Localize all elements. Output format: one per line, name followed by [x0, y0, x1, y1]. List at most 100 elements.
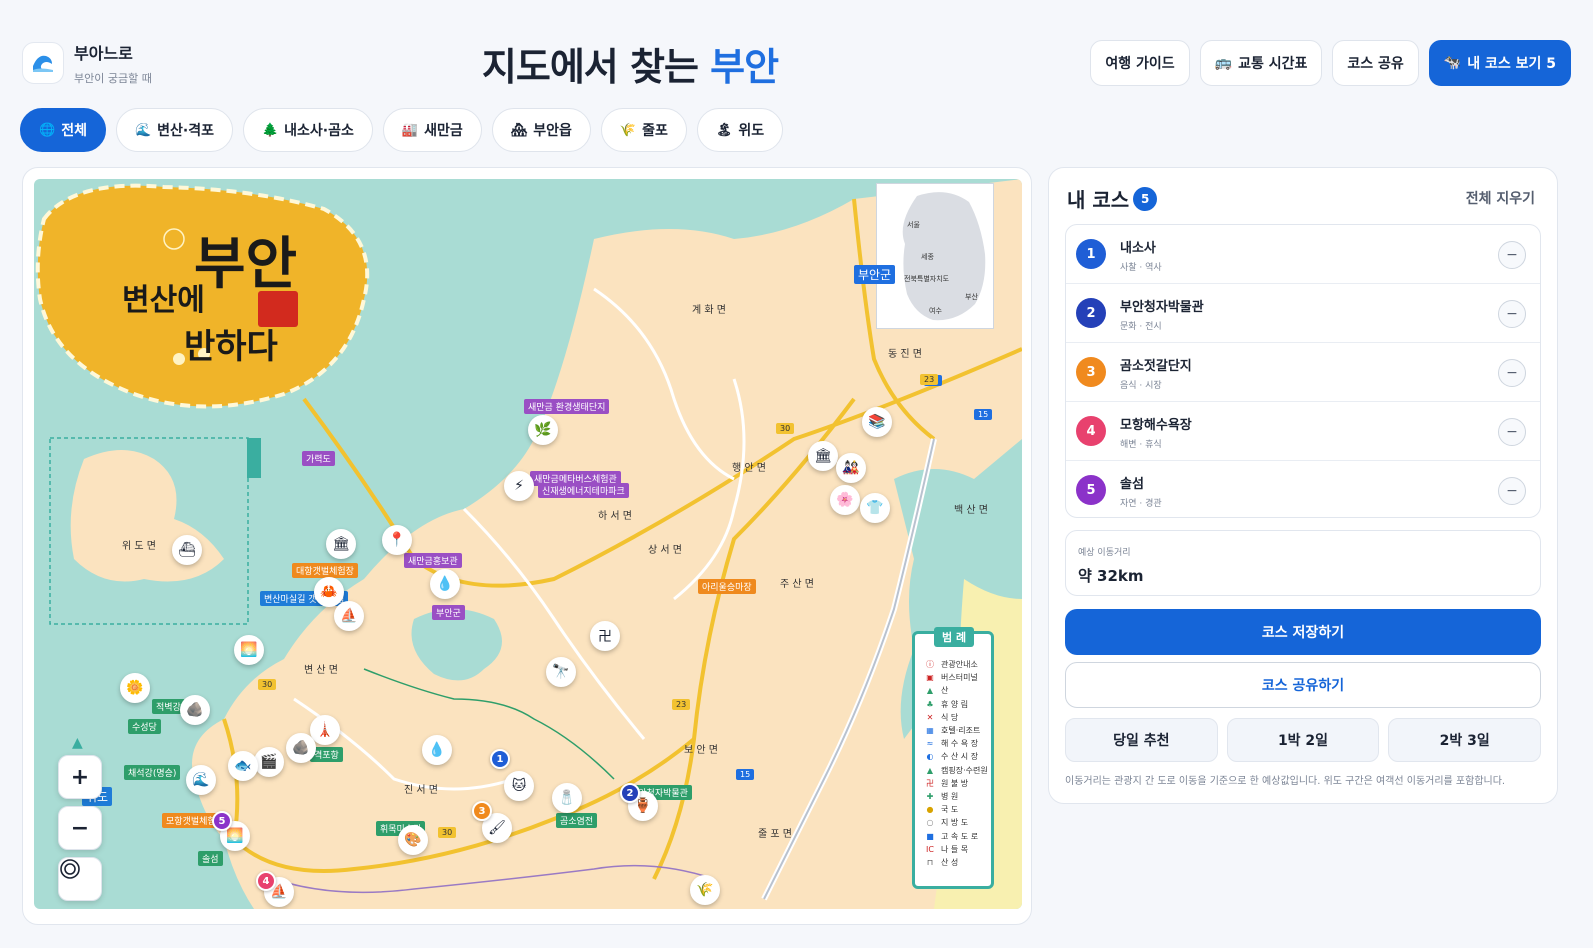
- course-item[interactable]: 1 내소사 사찰 · 역사 −: [1066, 225, 1540, 284]
- place-tag[interactable]: 신재생에너지테마파크: [538, 483, 629, 498]
- region-label: 보 안 면: [684, 745, 718, 756]
- travel-guide-button[interactable]: 여행 가이드: [1090, 40, 1190, 86]
- houses-icon: 🏘: [510, 122, 528, 138]
- region-label: 주 산 면: [780, 579, 814, 590]
- filter-naesosa[interactable]: 🌲 내소사·곰소: [242, 108, 373, 152]
- local-road-icon: ○: [926, 818, 934, 828]
- place-tag[interactable]: 대항갯벌체험장: [292, 563, 358, 578]
- camping-icon: ▲: [926, 765, 934, 775]
- boat-icon[interactable]: ⛵: [334, 601, 364, 631]
- energy-icon[interactable]: ⚡: [504, 471, 534, 501]
- share-course-panel-button[interactable]: 코스 공유하기: [1065, 662, 1541, 708]
- gov-building-icon[interactable]: 🏛: [808, 441, 838, 471]
- cat-icon[interactable]: 🐱: [504, 771, 534, 801]
- tshirt-icon[interactable]: 👕: [860, 493, 890, 523]
- course-item[interactable]: 3 곰소젓갈단지 음식 · 시장 −: [1066, 343, 1540, 402]
- header-actions: 여행 가이드 🚌 교통 시간표 코스 공유 🐄 내 코스 보기 5: [1090, 40, 1571, 86]
- place-tag[interactable]: 새만금홍보관: [404, 553, 462, 568]
- remove-course-button[interactable]: −: [1498, 359, 1526, 387]
- wave-icon[interactable]: 🌊: [186, 765, 216, 795]
- filter-all[interactable]: 🌐 전체: [20, 108, 106, 152]
- emblem-line1: 부안: [194, 231, 298, 297]
- ferry-icon[interactable]: ⛴: [172, 535, 202, 565]
- water-icon[interactable]: 💧: [422, 735, 452, 765]
- flower-icon[interactable]: 🌼: [120, 673, 150, 703]
- share-course-button[interactable]: 코스 공유: [1332, 40, 1419, 86]
- filter-byeonsan[interactable]: 🌊 변산·격포: [115, 108, 233, 152]
- place-tag[interactable]: 아리울승마장: [698, 579, 756, 594]
- place-tag[interactable]: 채석강(명승): [124, 765, 181, 780]
- filter-saemangeum[interactable]: 🏭 새만금: [382, 108, 482, 152]
- palette-icon[interactable]: 🎨: [398, 825, 428, 855]
- hospital-icon: ✚: [926, 792, 934, 802]
- page-title: 지도에서 찾는 부안: [481, 45, 779, 89]
- course-marker-2[interactable]: 2: [620, 783, 640, 803]
- place-tag[interactable]: 부안군: [432, 605, 465, 620]
- legend-item: ≈ 해 수 욕 장: [925, 737, 988, 750]
- region-label: 동 진 면: [888, 349, 922, 360]
- course-item[interactable]: 4 모항해수욕장 해변 · 휴식 −: [1066, 402, 1540, 461]
- preset-day-trip-button[interactable]: 당일 추천: [1065, 718, 1218, 762]
- course-marker-3[interactable]: 3: [472, 801, 492, 821]
- zoom-out-button[interactable]: −: [58, 806, 102, 850]
- legend-item: ● 국 도: [925, 803, 988, 816]
- sunset-icon[interactable]: 🌅: [234, 635, 264, 665]
- place-tag[interactable]: 가력도: [302, 451, 335, 466]
- zoom-in-button[interactable]: +: [58, 755, 102, 799]
- course-marker-4[interactable]: 4: [256, 871, 276, 891]
- clapper-icon[interactable]: 🎬: [254, 747, 284, 777]
- telescope-icon[interactable]: 🔭: [546, 657, 576, 687]
- mascot-icon[interactable]: 🎎: [836, 453, 866, 483]
- remove-course-button[interactable]: −: [1498, 477, 1526, 505]
- locate-button[interactable]: [58, 857, 102, 901]
- tourist-map[interactable]: 부안 변산에 반하다 서울 세종 부산 여수 부안군 전북특별자치도 계 화 면…: [34, 179, 1022, 909]
- course-name: 솔섬: [1120, 477, 1144, 492]
- legend-item: ▲ 캠핑장·수련원: [925, 764, 988, 777]
- distance-label: 예상 이동거리: [1078, 548, 1131, 558]
- course-marker-5[interactable]: 5: [212, 811, 232, 831]
- temple-icon[interactable]: 卍: [590, 621, 620, 651]
- emblem-line2: 변산에: [122, 283, 205, 318]
- salt-icon[interactable]: 🧂: [552, 783, 582, 813]
- legend-item: ▲ 산: [925, 684, 988, 697]
- fish-icon[interactable]: 🐟: [228, 751, 258, 781]
- transit-timetable-button[interactable]: 🚌 교통 시간표: [1199, 40, 1323, 86]
- pin-icon[interactable]: 📍: [382, 525, 412, 555]
- factory-icon: 🏭: [401, 122, 419, 138]
- remove-course-button[interactable]: −: [1498, 300, 1526, 328]
- filter-julpo[interactable]: 🌾 줄포: [600, 108, 687, 152]
- course-category: 사찰 · 역사: [1120, 263, 1162, 273]
- clear-all-button[interactable]: 전체 지우기: [1466, 188, 1535, 208]
- filter-buan-eup[interactable]: 🏘 부안읍: [491, 108, 591, 152]
- water-drop-icon[interactable]: 💧: [430, 569, 460, 599]
- place-tag[interactable]: 곰소염전: [556, 813, 598, 828]
- course-marker-1[interactable]: 1: [490, 749, 510, 769]
- crab-icon[interactable]: 🦀: [314, 577, 344, 607]
- place-tag[interactable]: 솔섬: [198, 851, 223, 866]
- books-icon[interactable]: 📚: [862, 407, 892, 437]
- preset-1night-button[interactable]: 1박 2일: [1226, 718, 1380, 762]
- wheat-icon[interactable]: 🌾: [690, 875, 720, 905]
- museum-icon[interactable]: 🏛: [326, 529, 356, 559]
- eco-park-icon[interactable]: 🌿: [528, 415, 558, 445]
- globe-icon: 🌐: [39, 122, 56, 138]
- preset-2night-button[interactable]: 2박 3일: [1388, 718, 1542, 762]
- save-course-button[interactable]: 코스 저장하기: [1065, 609, 1541, 655]
- place-tag[interactable]: 새만금 환경생태단지: [524, 399, 610, 414]
- place-tag[interactable]: 수성당: [128, 719, 161, 734]
- remove-course-button[interactable]: −: [1498, 241, 1526, 269]
- rock-icon[interactable]: 🪨: [180, 695, 210, 725]
- course-item[interactable]: 2 부안청자박물관 문화 · 전시 −: [1066, 284, 1540, 343]
- legend-item: ■ 고 속 도 로: [925, 830, 988, 843]
- legend-item: IC 나 들 목: [925, 843, 988, 856]
- remove-course-button[interactable]: −: [1498, 418, 1526, 446]
- blossom-icon[interactable]: 🌸: [830, 485, 860, 515]
- course-item[interactable]: 5 솔섬 자연 · 경관 −: [1066, 461, 1540, 517]
- forest-icon: ♣: [926, 699, 934, 709]
- region-label: 행 안 면: [732, 463, 766, 474]
- stone-icon[interactable]: 🪨: [286, 733, 316, 763]
- course-number: 1: [1076, 239, 1106, 269]
- filter-wido[interactable]: 🏝 위도: [696, 108, 784, 152]
- preset-buttons: 당일 추천 1박 2일 2박 3일: [1065, 718, 1542, 762]
- my-course-button[interactable]: 🐄 내 코스 보기 5: [1428, 40, 1571, 86]
